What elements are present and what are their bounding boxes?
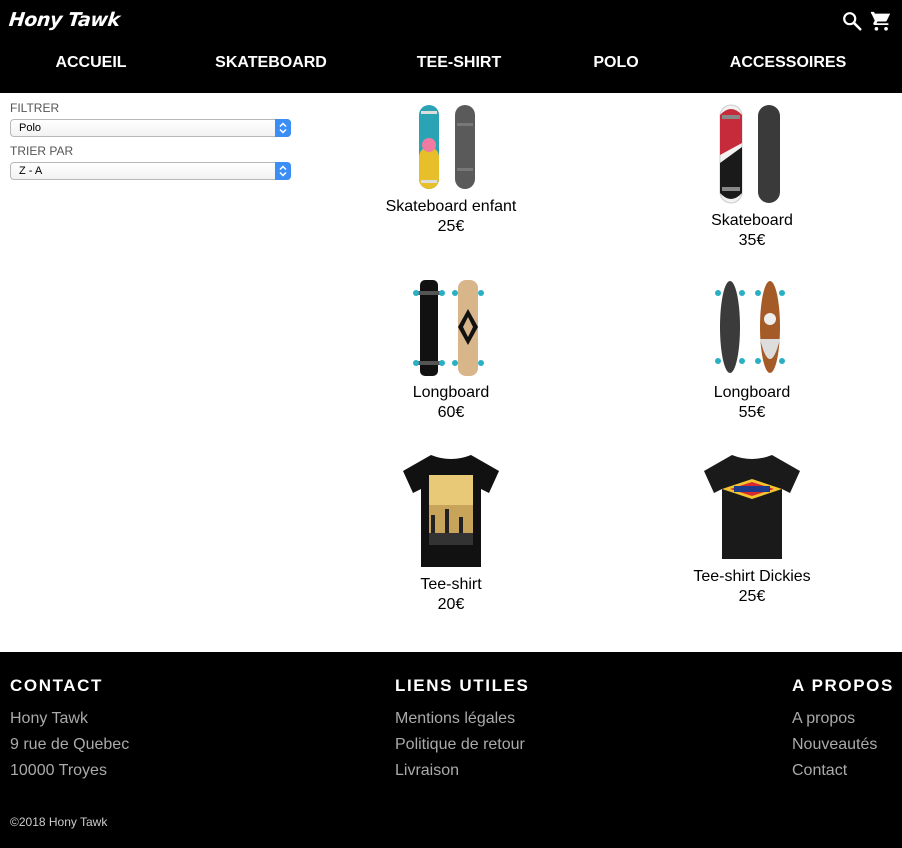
footer-links: LIENS UTILES Mentions légales Politique … (395, 676, 529, 784)
filter-select[interactable]: Polo (10, 119, 291, 137)
footer-link-nouveautes[interactable]: Nouveautés (792, 732, 894, 758)
footer-link-retour[interactable]: Politique de retour (395, 732, 529, 758)
product-card[interactable]: Longboard 55€ (632, 279, 872, 423)
footer-contact-line: Hony Tawk (10, 710, 88, 727)
product-image[interactable] (411, 279, 491, 377)
search-icon[interactable] (841, 10, 863, 32)
cart-icon[interactable] (870, 10, 892, 32)
product-price: 55€ (738, 404, 766, 421)
footer-links-title: LIENS UTILES (395, 676, 530, 695)
product-name: Tee-shirt (420, 576, 482, 593)
product-card[interactable]: Skateboard enfant 25€ (331, 103, 571, 237)
site-footer: CONTACT Hony Tawk 9 rue de Quebec 10000 … (0, 652, 902, 848)
product-name: Skateboard enfant (385, 198, 517, 215)
site-header: Hony Tawk ACCUEIL SKATEBOARD TEE-SHIRT P… (0, 0, 902, 93)
footer-contact-title: CONTACT (10, 676, 104, 695)
footer-about-title: A PROPOS (792, 676, 894, 695)
filter-select-value: Polo (19, 122, 42, 134)
product-name: Tee-shirt Dickies (693, 568, 811, 585)
product-card[interactable]: Skateboard 35€ (632, 103, 872, 251)
copyright: ©2018 Hony Tawk (10, 815, 108, 829)
product-name: Longboard (412, 384, 490, 401)
footer-contact: CONTACT Hony Tawk 9 rue de Quebec 10000 … (10, 676, 129, 784)
product-price: 20€ (437, 596, 465, 613)
filter-label: FILTRER (10, 101, 60, 115)
footer-link-contact[interactable]: Contact (792, 758, 894, 784)
sort-select-value: Z - A (19, 165, 43, 177)
product-card[interactable]: Tee-shirt 20€ (331, 453, 571, 615)
product-card[interactable]: Longboard 60€ (331, 279, 571, 423)
main-nav: ACCUEIL SKATEBOARD TEE-SHIRT POLO ACCESS… (0, 54, 902, 76)
footer-link-mentions[interactable]: Mentions légales (395, 706, 529, 732)
nav-skateboard[interactable]: SKATEBOARD (215, 54, 327, 72)
footer-link-livraison[interactable]: Livraison (395, 758, 529, 784)
nav-polo[interactable]: POLO (593, 54, 638, 72)
product-card[interactable]: Tee-shirt Dickies 25€ (632, 453, 872, 607)
product-price: 25€ (437, 218, 465, 235)
product-image[interactable] (411, 103, 491, 191)
footer-contact-line: 10000 Troyes (10, 762, 107, 779)
footer-contact-line: 9 rue de Quebec (10, 736, 130, 753)
nav-accessoires[interactable]: ACCESSOIRES (730, 54, 846, 72)
nav-tee-shirt[interactable]: TEE-SHIRT (417, 54, 501, 72)
sort-label: TRIER PAR (10, 144, 74, 158)
product-image[interactable] (712, 279, 792, 377)
select-arrows-icon (275, 162, 291, 180)
product-price: 60€ (437, 404, 465, 421)
product-name: Longboard (713, 384, 791, 401)
product-price: 35€ (738, 232, 766, 249)
product-image[interactable] (401, 453, 501, 569)
nav-accueil[interactable]: ACCUEIL (55, 54, 126, 72)
product-image[interactable] (712, 103, 792, 205)
site-logo[interactable]: Hony Tawk (8, 9, 121, 31)
product-price: 25€ (738, 588, 766, 605)
select-arrows-icon (275, 119, 291, 137)
footer-link-a-propos[interactable]: A propos (792, 706, 894, 732)
product-image[interactable] (702, 453, 802, 561)
header-icons (841, 10, 892, 32)
sort-select[interactable]: Z - A (10, 162, 291, 180)
footer-about: A PROPOS A propos Nouveautés Contact (792, 676, 894, 784)
filter-panel: FILTRER Polo TRIER PAR Z - A (10, 101, 291, 187)
product-name: Skateboard (711, 212, 793, 229)
